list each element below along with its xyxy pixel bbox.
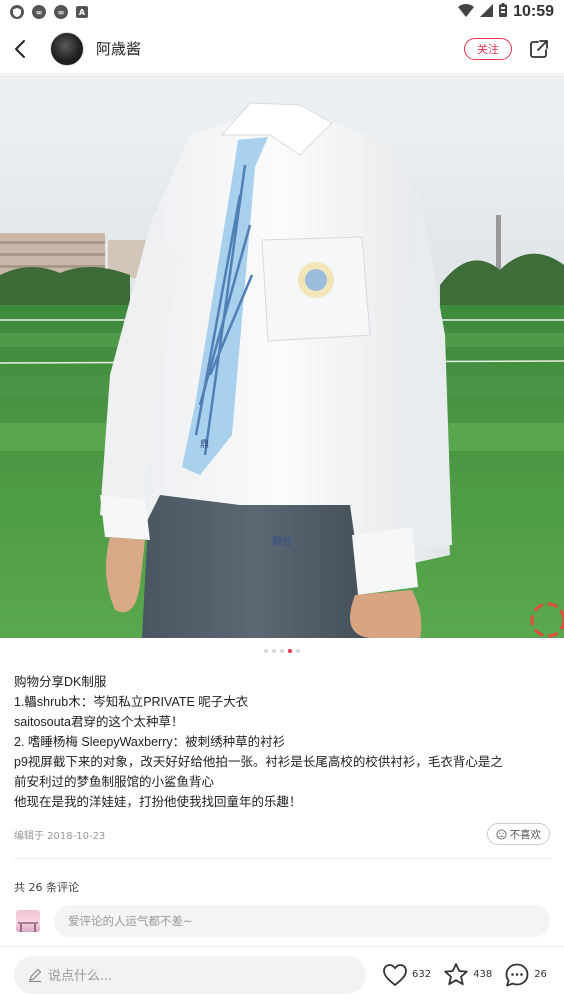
post-header: 阿歳酱 关注: [0, 24, 564, 74]
post-line: 2. 嗜睡杨梅 SleepyWaxberry：被刺绣种草的衬衫: [14, 735, 286, 749]
carousel-dot[interactable]: [272, 649, 276, 653]
status-left-icons: ∞ ∞ A: [10, 5, 88, 19]
chevron-left-icon: [15, 39, 25, 58]
infinity-icon: ∞: [54, 5, 68, 19]
post-line: p9视屏截下来的对象，改天好好给他拍一张。衬衫是长尾高校的校供衬衫，毛衣背心是之: [14, 755, 503, 769]
status-right-icons: 10:59: [458, 3, 554, 21]
say-placeholder: 说点什么...: [48, 969, 113, 984]
back-button[interactable]: [14, 34, 36, 64]
edit-date: 编辑于 2018-10-23: [14, 830, 106, 842]
wifi-icon: [458, 3, 475, 21]
follow-button[interactable]: 关注: [464, 37, 512, 60]
comment-entry-row: 爱评论的人运气都不差~: [16, 905, 550, 937]
post-line: saitosouta君穿的这个太种草！: [14, 715, 184, 729]
favorite-button[interactable]: 438: [443, 962, 492, 987]
say-something-input[interactable]: 说点什么...: [14, 955, 366, 994]
svg-text:颢谷: 颢谷: [272, 536, 292, 548]
infinity-icon: ∞: [32, 5, 46, 19]
like-count: 632: [412, 969, 432, 980]
author-avatar[interactable]: [50, 31, 84, 66]
carousel-indicator[interactable]: [0, 649, 564, 653]
post-meta: 编辑于 2018-10-23 不喜欢: [14, 822, 550, 846]
comments-count: 共 26 条评论: [14, 881, 79, 894]
comment-bubble-icon: [505, 963, 529, 986]
carousel-dot-active[interactable]: [288, 649, 292, 653]
post-line: 前安利过的梦鱼制服馆的小鲨鱼背心: [14, 775, 215, 789]
sad-face-icon: [495, 828, 507, 840]
letter-a-icon: A: [76, 6, 88, 18]
bottom-action-bar: 说点什么... 632 438 26: [0, 946, 564, 1002]
favorite-count: 438: [473, 969, 493, 980]
comment-button[interactable]: 26: [504, 962, 547, 988]
svg-text:鼎: 鼎: [200, 439, 209, 450]
post-content: 购物分享DK制服 1.轠shrub木：岑知私立PRIVATE 呢子大衣 sait…: [14, 672, 554, 812]
comment-count: 26: [534, 969, 547, 980]
pencil-icon: [29, 968, 42, 982]
carousel-dot[interactable]: [264, 649, 268, 653]
heart-icon: [383, 963, 407, 986]
author-name[interactable]: 阿歳酱: [96, 38, 141, 59]
dislike-label: 不喜欢: [509, 828, 542, 841]
post-line: 购物分享DK制服: [14, 675, 107, 689]
battery-icon: [499, 3, 508, 21]
carousel-dot[interactable]: [296, 649, 300, 653]
post-photo[interactable]: 颢谷 鼎: [0, 75, 564, 638]
status-time: 10:59: [513, 3, 554, 20]
share-button[interactable]: [528, 38, 550, 60]
user-avatar[interactable]: [16, 910, 40, 932]
carousel-dot[interactable]: [280, 649, 284, 653]
status-bar: ∞ ∞ A 10:59: [0, 0, 564, 24]
signal-icon: [480, 3, 494, 21]
shield-icon: [10, 5, 24, 19]
post-line: 他现在是我的洋娃娃，打扮他使我找回童年的乐趣！: [14, 795, 302, 809]
dislike-button[interactable]: 不喜欢: [486, 823, 550, 845]
star-icon: [444, 963, 468, 986]
divider: [14, 858, 550, 859]
post-line: 1.轠shrub木：岑知私立PRIVATE 呢子大衣: [14, 695, 249, 709]
share-icon: [530, 39, 548, 58]
comment-input[interactable]: 爱评论的人运气都不差~: [54, 905, 550, 937]
like-button[interactable]: 632: [382, 963, 431, 987]
